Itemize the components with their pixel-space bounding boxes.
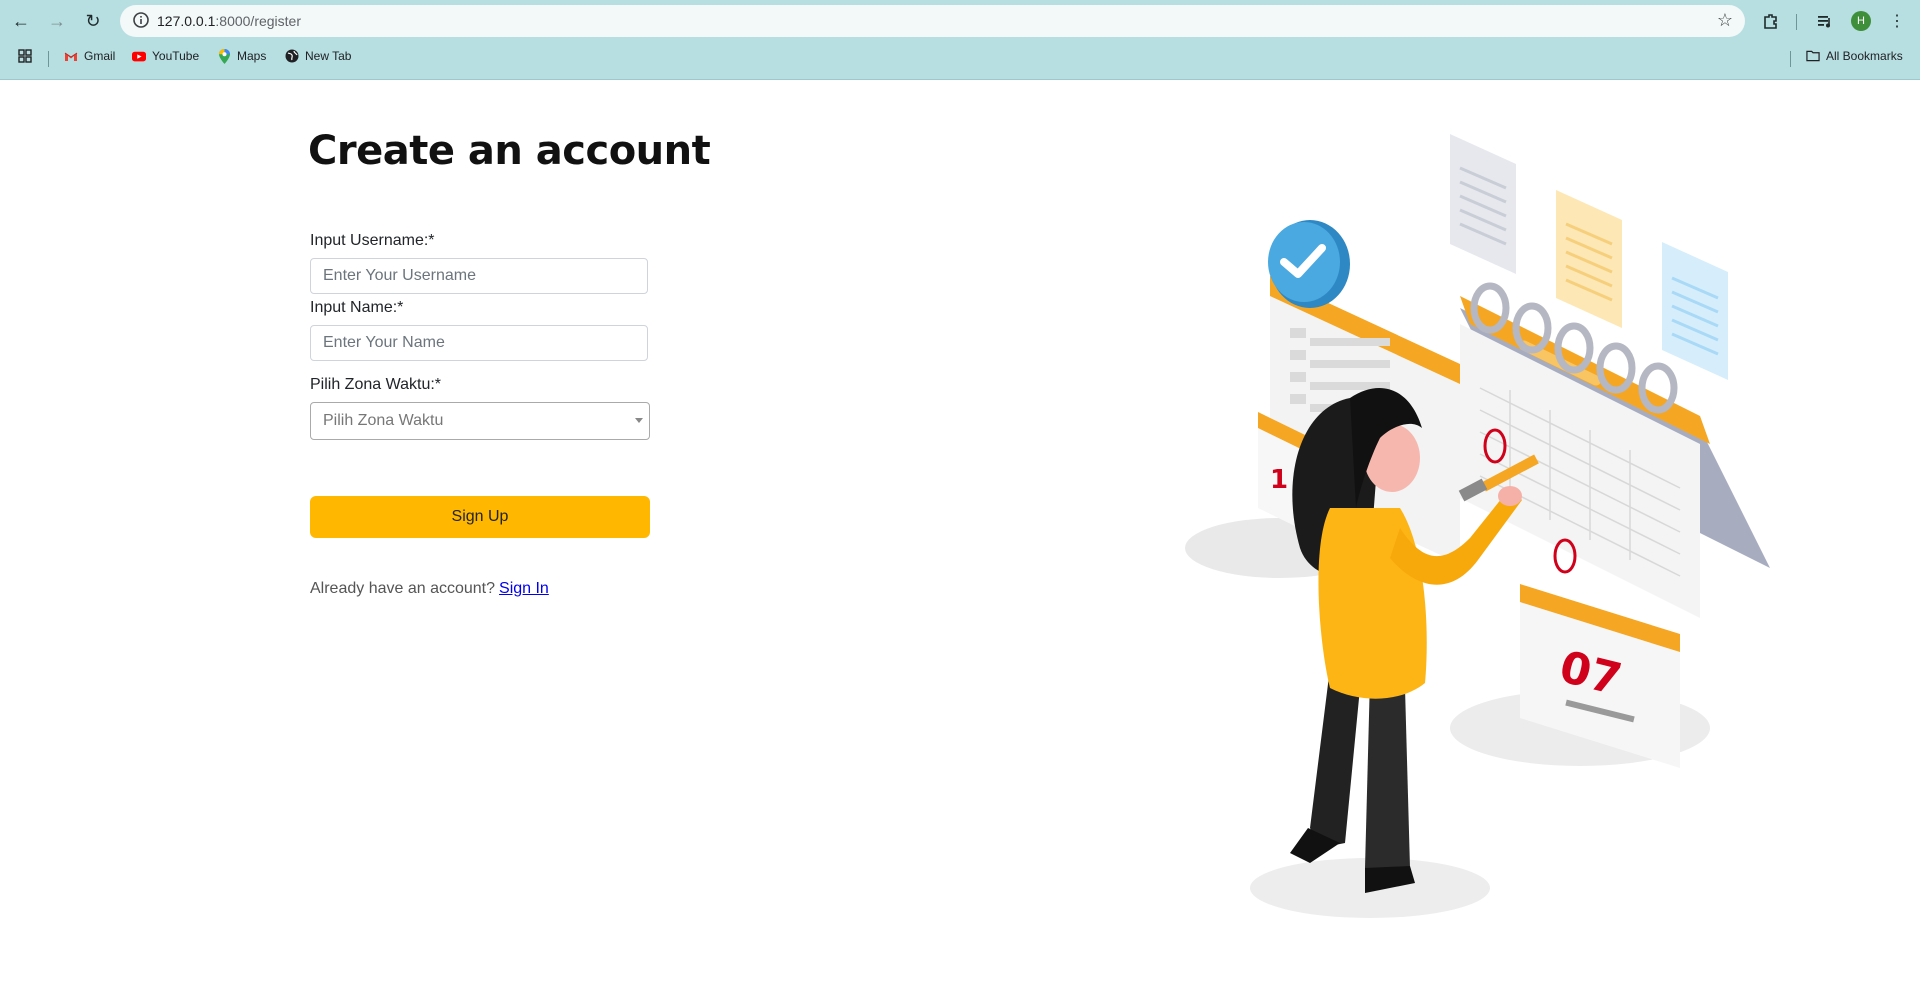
bookmark-label: Maps xyxy=(237,49,267,63)
sign-in-link[interactable]: Sign In xyxy=(499,580,549,597)
site-info-icon[interactable] xyxy=(132,11,150,29)
bookmarks-bar: Gmail YouTube Maps New Tab All Bookmarks xyxy=(0,44,1920,72)
profile-avatar[interactable]: H xyxy=(1851,11,1871,31)
page-title: Create an account xyxy=(308,128,711,174)
gmail-icon xyxy=(64,49,78,63)
username-field-wrapper xyxy=(310,258,648,294)
timezone-label: Pilih Zona Waktu:* xyxy=(310,376,442,393)
toolbar-divider xyxy=(1796,14,1797,30)
bookmark-new-tab[interactable]: New Tab xyxy=(285,49,351,63)
svg-text:1: 1 xyxy=(1270,465,1288,495)
bookmark-label: YouTube xyxy=(152,49,200,63)
name-input[interactable] xyxy=(311,326,647,360)
all-bookmarks-label: All Bookmarks xyxy=(1826,49,1903,63)
browser-toolbar: ← → ↻ 127.0.0.1:8000/register ☆ H ⋮ Gmai… xyxy=(0,0,1920,80)
apps-grid-icon[interactable] xyxy=(18,49,32,63)
dropdown-arrow-icon xyxy=(635,418,643,423)
extensions-icon[interactable] xyxy=(1758,8,1784,34)
back-icon[interactable]: ← xyxy=(8,8,34,34)
forward-icon[interactable]: → xyxy=(44,8,70,34)
bookmark-star-icon[interactable]: ☆ xyxy=(1717,10,1733,31)
document-icon xyxy=(1556,190,1622,328)
media-controls-icon[interactable] xyxy=(1812,8,1838,34)
signin-prompt: Already have an account? Sign In xyxy=(310,580,549,598)
maps-icon xyxy=(217,48,231,64)
sign-up-button[interactable]: Sign Up xyxy=(310,496,650,538)
document-icon xyxy=(1450,134,1516,274)
url-text: 127.0.0.1:8000/register xyxy=(157,13,301,29)
bookmark-youtube[interactable]: YouTube xyxy=(132,49,199,63)
globe-icon xyxy=(285,49,299,63)
timezone-select[interactable]: Pilih Zona Waktu xyxy=(310,402,650,440)
menu-kebab-icon[interactable]: ⋮ xyxy=(1884,8,1910,34)
document-icon xyxy=(1662,242,1728,380)
bookmark-label: Gmail xyxy=(84,49,116,63)
timezone-select-placeholder: Pilih Zona Waktu xyxy=(323,412,444,429)
reload-icon[interactable]: ↻ xyxy=(80,8,106,34)
bookmark-gmail[interactable]: Gmail xyxy=(64,49,115,63)
already-text: Already have an account? xyxy=(310,580,496,597)
bookmarks-divider xyxy=(1790,51,1791,67)
address-bar[interactable]: 127.0.0.1:8000/register ☆ xyxy=(120,5,1745,37)
youtube-icon xyxy=(132,49,146,63)
bookmark-label: New Tab xyxy=(305,49,352,63)
bookmarks-divider xyxy=(48,51,49,67)
calendar-illustration: 1 07 xyxy=(1185,134,1770,918)
username-input[interactable] xyxy=(311,259,647,293)
username-label: Input Username:* xyxy=(310,232,435,249)
bookmark-maps[interactable]: Maps xyxy=(217,48,267,64)
folder-icon xyxy=(1806,49,1820,63)
all-bookmarks-button[interactable]: All Bookmarks xyxy=(1806,49,1903,63)
name-field-wrapper xyxy=(310,325,648,361)
name-label: Input Name:* xyxy=(310,299,404,316)
